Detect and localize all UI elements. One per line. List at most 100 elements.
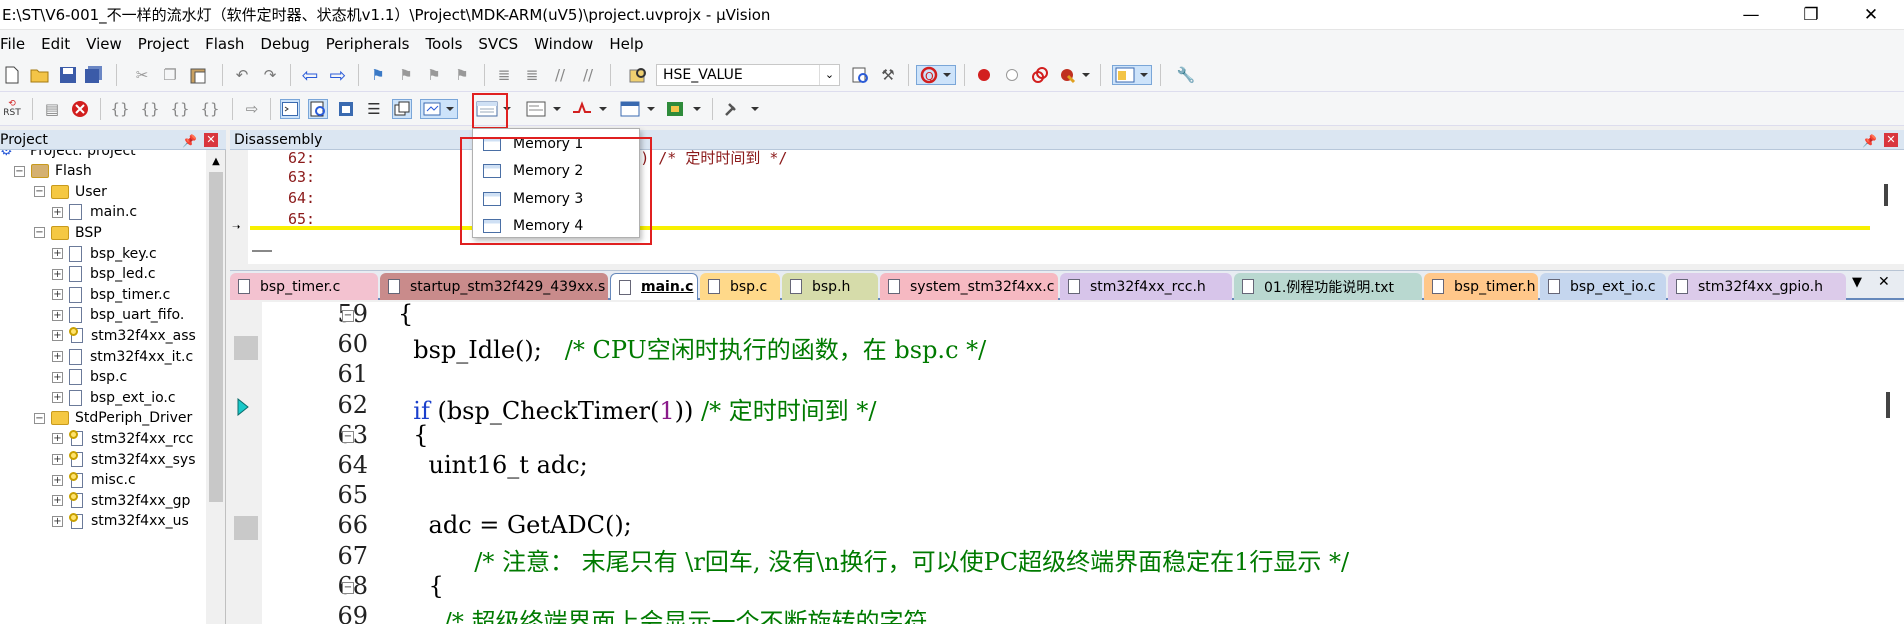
step-out-icon[interactable]: {} bbox=[170, 99, 190, 119]
show-next-statement-icon[interactable]: ⇨ bbox=[242, 99, 262, 119]
tab-startup-stm32f429-439xx-s[interactable]: startup_stm32f429_439xx.s bbox=[380, 273, 608, 300]
disable-breakpoint-icon[interactable] bbox=[1002, 65, 1022, 85]
reset-icon[interactable]: ⟲ RST bbox=[2, 99, 22, 119]
pin-icon[interactable]: 📌 bbox=[182, 131, 197, 151]
uncomment-icon[interactable]: // bbox=[578, 65, 598, 85]
trace-windows-button[interactable] bbox=[618, 99, 658, 119]
nav-back-icon[interactable]: ⇦ bbox=[300, 63, 320, 87]
code-line[interactable]: { bbox=[398, 572, 444, 600]
tab-01-txt[interactable]: 01.例程功能说明.txt bbox=[1234, 273, 1422, 300]
scroll-up-icon[interactable]: ▲ bbox=[209, 156, 223, 168]
clear-bookmarks-icon[interactable]: ⚑ bbox=[452, 65, 472, 85]
collapse-icon[interactable]: − bbox=[34, 186, 45, 198]
disassembly-window-icon[interactable] bbox=[308, 99, 328, 119]
project-scrollbar[interactable]: ▲ bbox=[206, 150, 225, 624]
nav-forward-icon[interactable]: ⇨ bbox=[328, 63, 348, 87]
incremental-find-icon[interactable]: ⚒ bbox=[878, 65, 898, 85]
expand-icon[interactable]: + bbox=[52, 248, 63, 259]
close-tab-icon[interactable]: ✕ bbox=[1878, 274, 1890, 290]
expand-icon[interactable]: + bbox=[52, 268, 63, 280]
expand-icon[interactable]: + bbox=[52, 495, 63, 507]
expand-icon[interactable]: + bbox=[52, 330, 63, 342]
registers-window-icon[interactable]: ☰ bbox=[364, 99, 384, 119]
expand-icon[interactable]: + bbox=[52, 392, 63, 404]
project-file[interactable]: + stm32f4xx_us bbox=[52, 509, 189, 534]
code-line[interactable]: /* 超级终端界面上会显示一个不断旋转的字符 bbox=[398, 602, 928, 624]
save-icon[interactable] bbox=[58, 65, 78, 85]
code-line[interactable]: { bbox=[398, 421, 428, 449]
editor-scrollbar[interactable] bbox=[1886, 392, 1890, 418]
configure-icon[interactable]: 🔧 bbox=[1176, 65, 1196, 85]
disassembly-line[interactable]: 63: bbox=[288, 168, 315, 186]
expand-icon[interactable]: + bbox=[52, 515, 63, 527]
close-panel-icon[interactable]: ✕ bbox=[1884, 133, 1898, 147]
pin-icon[interactable]: 📌 bbox=[1862, 131, 1877, 151]
menu-file[interactable]: File bbox=[0, 35, 33, 53]
cut-icon[interactable]: ✂ bbox=[132, 65, 152, 85]
menu-project[interactable]: Project bbox=[130, 35, 197, 53]
menu-help[interactable]: Help bbox=[601, 35, 651, 53]
tab-list-icon[interactable]: ▼ bbox=[1852, 275, 1862, 290]
expand-icon[interactable]: + bbox=[52, 474, 63, 486]
watch-windows-button[interactable] bbox=[420, 99, 458, 119]
collapse-icon[interactable]: − bbox=[34, 227, 45, 239]
disassembly-line[interactable]: 65: bbox=[288, 210, 315, 228]
save-all-icon[interactable] bbox=[84, 65, 104, 85]
scroll-thumb[interactable] bbox=[209, 172, 223, 502]
paste-icon[interactable] bbox=[188, 65, 208, 85]
find-combo[interactable]: HSE_VALUE ⌄ bbox=[656, 64, 840, 86]
minimize-button[interactable]: — bbox=[1722, 0, 1780, 30]
bookmark-icon[interactable]: ⚑ bbox=[368, 65, 388, 85]
expand-icon[interactable]: + bbox=[52, 206, 63, 218]
close-panel-icon[interactable]: ✕ bbox=[204, 133, 218, 147]
code-line[interactable]: adc = GetADC(); bbox=[398, 511, 632, 539]
call-stack-window-icon[interactable] bbox=[392, 99, 412, 119]
run-icon[interactable]: ▤ bbox=[42, 99, 62, 119]
fold-toggle-icon[interactable]: − bbox=[342, 430, 354, 443]
window-layout-button[interactable] bbox=[1112, 65, 1152, 85]
next-bookmark-icon[interactable]: ⚑ bbox=[424, 65, 444, 85]
copy-icon[interactable]: ❐ bbox=[160, 65, 180, 85]
system-viewer-button[interactable] bbox=[664, 99, 704, 119]
unindent-icon[interactable]: ≣ bbox=[522, 65, 542, 85]
indent-icon[interactable]: ≣ bbox=[494, 65, 514, 85]
find-in-files-icon[interactable] bbox=[628, 65, 648, 85]
expand-icon[interactable]: + bbox=[52, 309, 63, 321]
menu-flash[interactable]: Flash bbox=[197, 35, 252, 53]
tab-bsp-c[interactable]: bsp.c bbox=[700, 273, 780, 300]
new-file-icon[interactable] bbox=[2, 65, 22, 85]
expand-icon[interactable]: + bbox=[52, 433, 63, 445]
breakpoint-icon[interactable] bbox=[974, 65, 994, 85]
tab-bsp-timer-c[interactable]: bsp_timer.c bbox=[230, 273, 378, 300]
toolbox-button[interactable] bbox=[722, 99, 762, 119]
menu-svcs[interactable]: SVCS bbox=[470, 35, 526, 53]
chevron-down-icon[interactable]: ⌄ bbox=[819, 65, 839, 85]
menu-debug[interactable]: Debug bbox=[252, 35, 317, 53]
expand-icon[interactable]: + bbox=[52, 351, 63, 362]
redo-icon[interactable]: ↷ bbox=[260, 65, 280, 85]
tab-main-c[interactable]: main.c bbox=[610, 273, 698, 300]
menu-edit[interactable]: Edit bbox=[33, 35, 78, 53]
tab-stm32f4xx-rcc-h[interactable]: stm32f4xx_rcc.h bbox=[1060, 273, 1232, 300]
fold-toggle-icon[interactable]: − bbox=[342, 581, 354, 594]
menu-window[interactable]: Window bbox=[526, 35, 601, 53]
tab-bsp-timer-h[interactable]: bsp_timer.h bbox=[1424, 273, 1538, 300]
maximize-button[interactable]: ❐ bbox=[1782, 0, 1840, 30]
menu-tools[interactable]: Tools bbox=[417, 35, 470, 53]
disable-all-breakpoints-icon[interactable] bbox=[1030, 65, 1050, 85]
code-line[interactable]: bsp_Idle(); /* CPU空闲时执行的函数，在 bsp.c */ bbox=[398, 330, 986, 365]
code-line[interactable]: /* 注意： 末尾只有 \r回车, 没有\n换行，可以使PC超级终端界面稳定在1… bbox=[398, 542, 1349, 577]
step-into-icon[interactable]: {} bbox=[110, 99, 130, 119]
code-line[interactable]: if (bsp_CheckTimer(1)) /* 定时时间到 */ bbox=[398, 391, 876, 426]
expand-icon[interactable]: + bbox=[52, 371, 63, 383]
undo-icon[interactable]: ↶ bbox=[232, 65, 252, 85]
disassembly-scrollbar[interactable] bbox=[1884, 184, 1888, 206]
kill-breakpoints-icon[interactable] bbox=[1058, 65, 1092, 85]
comment-icon[interactable]: // bbox=[550, 65, 570, 85]
stop-icon[interactable] bbox=[70, 99, 90, 119]
code-line[interactable]: uint16_t adc; bbox=[398, 451, 588, 479]
collapse-icon[interactable]: − bbox=[14, 165, 25, 177]
fold-toggle-icon[interactable]: − bbox=[342, 310, 354, 322]
analysis-windows-button[interactable] bbox=[570, 99, 610, 119]
prev-bookmark-icon[interactable]: ⚑ bbox=[396, 65, 416, 85]
